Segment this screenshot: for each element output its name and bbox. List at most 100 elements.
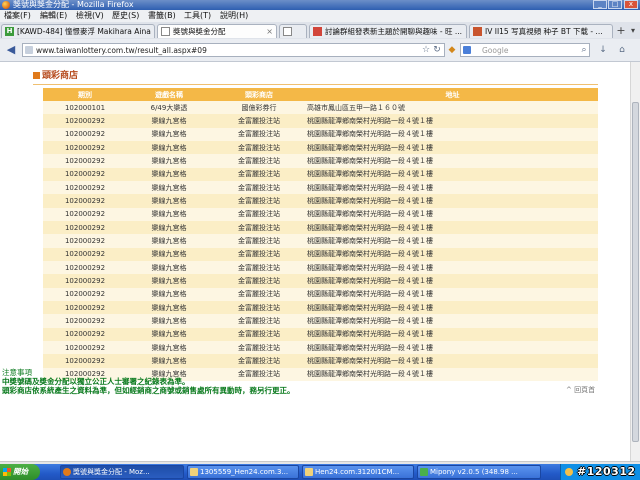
search-icon[interactable]: ⌕ [578, 44, 590, 56]
cell-period: 102000292 [43, 127, 127, 141]
tab-forum[interactable]: 討論群組發表新主題於開聊與趣味 - 旺 ... [309, 24, 467, 38]
close-button[interactable]: x [624, 0, 638, 9]
addon-icon[interactable]: ◆ [446, 44, 458, 56]
section-bullet-icon [33, 72, 40, 79]
cell-store: 金富麗投注站 [211, 167, 307, 181]
cell-game: 樂線九宮格 [127, 140, 211, 155]
cell-game: 樂線九宮格 [127, 114, 211, 128]
download-arrow-icon[interactable]: ↓ [597, 44, 609, 56]
taskbar-item-label: 獎號與獎金分配 - Moz... [73, 468, 150, 476]
table-row: 102000292 樂線九宮格 金富麗投注站 桃園縣龍潭鄉南榮村光明路一段４號１樓 [43, 327, 598, 341]
iv-favicon-icon [473, 27, 482, 36]
url-text[interactable]: www.taiwanlottery.com.tw/result_all.aspx… [36, 45, 207, 56]
system-tray: #120312 [560, 464, 640, 480]
folder-icon [190, 468, 198, 476]
url-bar[interactable]: www.taiwanlottery.com.tw/result_all.aspx… [22, 43, 445, 57]
cell-game: 樂線九宮格 [127, 247, 211, 261]
menu-edit[interactable]: 編輯(E) [40, 11, 67, 21]
cell-store: 金富麗投注站 [211, 354, 307, 368]
back-arrow-icon[interactable]: ◀ [5, 44, 17, 56]
windows-logo-icon [3, 468, 11, 476]
cell-period: 102000292 [43, 167, 127, 181]
cell-game: 樂線九宮格 [127, 300, 211, 315]
table-row: 102000292 樂線九宮格 金富麗投注站 桃園縣龍潭鄉南榮村光明路一段４號１樓 [43, 340, 598, 355]
search-box[interactable]: Google [460, 43, 590, 57]
cell-store: 金富麗投注站 [211, 154, 307, 168]
tray-icon[interactable] [565, 468, 573, 476]
scrollbar-thumb[interactable] [632, 102, 639, 442]
tab-iv[interactable]: IV II15 写真視頻 种子 BT 下载 - ... [469, 24, 613, 38]
cell-store: 金富麗投注站 [211, 194, 307, 208]
table-row: 102000292 樂線九宮格 金富麗投注站 桃園縣龍潭鄉南榮村光明路一段４號１樓 [43, 140, 598, 155]
cell-address: 桃園縣龍潭鄉南榮村光明路一段４號１樓 [307, 274, 598, 288]
cell-period: 102000101 [43, 101, 127, 115]
menu-file[interactable]: 檔案(F) [4, 11, 31, 21]
cell-store: 金富麗投注站 [211, 300, 307, 315]
cell-address: 桃園縣龍潭鄉南榮村光明路一段４號１樓 [307, 234, 598, 248]
start-button[interactable]: 開始 [0, 464, 40, 480]
new-tab-button[interactable]: + [616, 25, 626, 36]
mipony-icon [420, 468, 428, 476]
winning-stores-table: 期別 遊戲名稱 頭彩商店 地址 102000101 6/49大樂透 國億彩券行 高雄市… [43, 88, 598, 381]
taskbar-item-firefox[interactable]: 獎號與獎金分配 - Moz... [60, 465, 184, 479]
note-line: 中獎號碼及獎金分配以獨立公正人士審署之紀錄表為準。 [2, 377, 190, 386]
menu-view[interactable]: 檢視(V) [76, 11, 104, 21]
maximize-button[interactable]: □ [608, 0, 622, 9]
taskbar-item-mipony[interactable]: Mipony v2.0.5 (348.98 ... [417, 465, 541, 479]
column-header: 頭彩商店 [211, 88, 307, 101]
tab-lottery[interactable]: 獎號與獎金分配 × [157, 24, 277, 38]
table-row: 102000292 樂線九宮格 金富麗投注站 桃園縣龍潭鄉南榮村光明路一段４號１樓 [43, 287, 598, 301]
table-row: 102000292 樂線九宮格 金富麗投注站 桃園縣龍潭鄉南榮村光明路一段４號１樓 [43, 354, 598, 368]
menu-help[interactable]: 說明(H) [220, 11, 248, 21]
site-identity-icon[interactable] [25, 46, 33, 54]
table-row: 102000292 樂線九宮格 金富麗投注站 桃園縣龍潭鄉南榮村光明路一段４號１樓 [43, 154, 598, 168]
notes-title: 注意事項 [2, 368, 32, 377]
menu-bookmarks[interactable]: 書籤(B) [148, 11, 176, 21]
cell-game: 樂線九宮格 [127, 260, 211, 275]
home-icon[interactable]: ⌂ [616, 44, 628, 56]
cell-game: 樂線九宮格 [127, 180, 211, 195]
cell-game: 6/49大樂透 [127, 101, 211, 115]
tab-list-chevron-icon[interactable]: ▾ [628, 26, 638, 36]
table-row: 102000292 樂線九宮格 金富麗投注站 桃園縣龍潭鄉南榮村光明路一段４號１樓 [43, 234, 598, 248]
google-icon[interactable] [463, 46, 471, 54]
tab-kawd[interactable]: H [KAWD-484] 憧憬麥浮 Makihara Aina ... [1, 24, 155, 38]
cell-period: 102000292 [43, 194, 127, 208]
page-scrollbar[interactable] [630, 62, 640, 461]
menu-tools[interactable]: 工具(T) [184, 11, 211, 21]
firefox-icon [63, 468, 71, 476]
section-title: 頭彩商店 [42, 71, 79, 81]
cell-period: 102000292 [43, 327, 127, 341]
cell-store: 金富麗投注站 [211, 340, 307, 355]
cell-game: 樂線九宮格 [127, 194, 211, 208]
taskbar-item-label: 1305559_Hen24.com.3... [200, 468, 289, 476]
table-row: 102000292 樂線九宮格 金富麗投注站 桃園縣龍潭鄉南榮村光明路一段４號１樓 [43, 127, 598, 141]
minimize-button[interactable]: _ [593, 0, 607, 9]
cell-address: 桃園縣龍潭鄉南榮村光明路一段４號１樓 [307, 140, 598, 155]
cell-period: 102000292 [43, 354, 127, 368]
cell-period: 102000292 [43, 220, 127, 235]
tab-blank[interactable] [279, 24, 307, 38]
window-title: 獎號與獎金分配 - Mozilla Firefox [13, 0, 134, 9]
start-label: 開始 [13, 467, 28, 476]
search-placeholder: Google [482, 46, 509, 55]
cell-address: 桃園縣龍潭鄉南榮村光明路一段４號１樓 [307, 167, 598, 181]
cell-period: 102000292 [43, 154, 127, 168]
tab-bar: H [KAWD-484] 憧憬麥浮 Makihara Aina ... 獎號與獎… [0, 22, 640, 40]
folder-icon [305, 468, 313, 476]
table-row: 102000292 樂線九宮格 金富麗投注站 桃園縣龍潭鄉南榮村光明路一段４號１樓 [43, 260, 598, 275]
tab-label: [KAWD-484] 憧憬麥浮 Makihara Aina ... [17, 27, 155, 36]
cell-address: 桃園縣龍潭鄉南榮村光明路一段４號１樓 [307, 207, 598, 221]
tray-watermark: #120312 [577, 465, 636, 478]
cell-store: 金富麗投注站 [211, 127, 307, 141]
reload-icon[interactable]: ↻ [431, 44, 443, 56]
tab-close-icon[interactable]: × [266, 26, 273, 37]
cell-store: 金富麗投注站 [211, 327, 307, 341]
cell-game: 樂線九宮格 [127, 127, 211, 141]
taskbar-item-folder-1[interactable]: 1305559_Hen24.com.3... [187, 465, 299, 479]
cell-game: 樂線九宮格 [127, 167, 211, 181]
table-row: 102000292 樂線九宮格 金富麗投注站 桃園縣龍潭鄉南榮村光明路一段４號１樓 [43, 300, 598, 315]
taskbar-item-folder-2[interactable]: Hen24.com.3120I1CM... [302, 465, 414, 479]
menu-history[interactable]: 歷史(S) [112, 11, 139, 21]
table-row: 102000292 樂線九宮格 金富麗投注站 桃園縣龍潭鄉南榮村光明路一段４號１樓 [43, 274, 598, 288]
